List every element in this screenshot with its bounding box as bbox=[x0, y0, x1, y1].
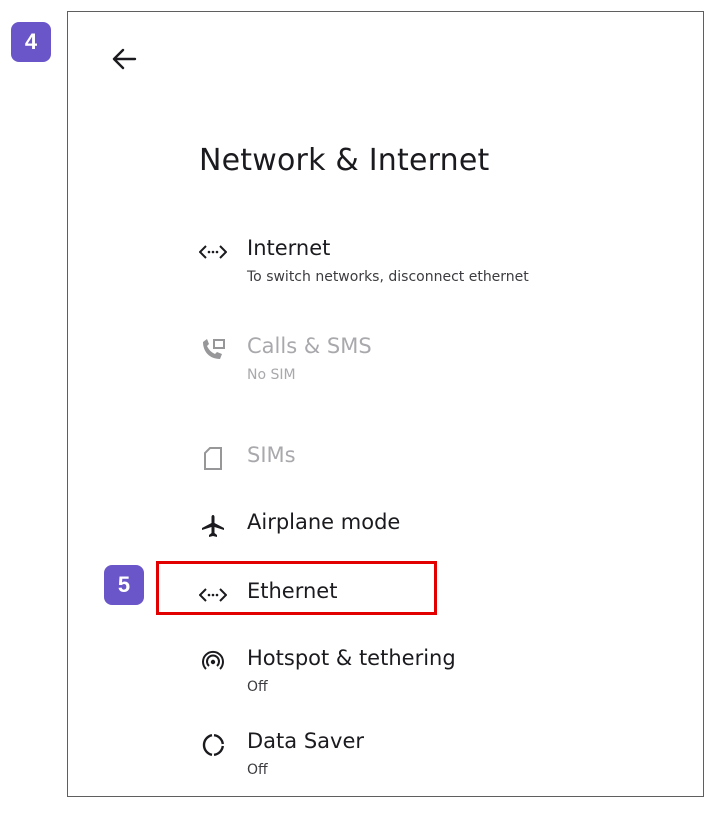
internet-label: Internet bbox=[247, 236, 331, 260]
sims-item[interactable]: SIMs bbox=[199, 443, 619, 477]
back-button[interactable] bbox=[108, 43, 140, 75]
sims-label: SIMs bbox=[247, 443, 296, 467]
back-arrow-icon bbox=[112, 48, 137, 70]
hotspot-tethering-label: Hotspot & tethering bbox=[247, 646, 456, 670]
ethernet-highlight-box bbox=[156, 561, 437, 615]
airplane-mode-label: Airplane mode bbox=[247, 510, 401, 534]
data-saver-subtitle: Off bbox=[247, 762, 268, 778]
page-title: Network & Internet bbox=[199, 143, 490, 178]
step-4-badge: 4 bbox=[11, 22, 51, 62]
calls-sms-item[interactable]: Calls & SMS No SIM bbox=[199, 334, 619, 394]
hotspot-icon bbox=[199, 650, 227, 674]
data-saver-icon bbox=[199, 733, 227, 757]
calls-sms-label: Calls & SMS bbox=[247, 334, 372, 358]
airplane-icon bbox=[199, 514, 227, 538]
ethernet-arrows-icon bbox=[199, 240, 227, 264]
sim-card-icon bbox=[199, 447, 227, 471]
hotspot-tethering-subtitle: Off bbox=[247, 679, 268, 695]
internet-subtitle: To switch networks, disconnect ethernet bbox=[247, 269, 529, 285]
data-saver-item[interactable]: Data Saver Off bbox=[199, 729, 619, 789]
data-saver-label: Data Saver bbox=[247, 729, 364, 753]
airplane-mode-item[interactable]: Airplane mode bbox=[199, 510, 619, 544]
hotspot-tethering-item[interactable]: Hotspot & tethering Off bbox=[199, 646, 619, 706]
internet-item[interactable]: Internet To switch networks, disconnect … bbox=[199, 236, 619, 296]
calls-sms-subtitle: No SIM bbox=[247, 367, 296, 383]
phone-sms-icon bbox=[199, 338, 227, 362]
step-5-badge: 5 bbox=[104, 565, 144, 605]
